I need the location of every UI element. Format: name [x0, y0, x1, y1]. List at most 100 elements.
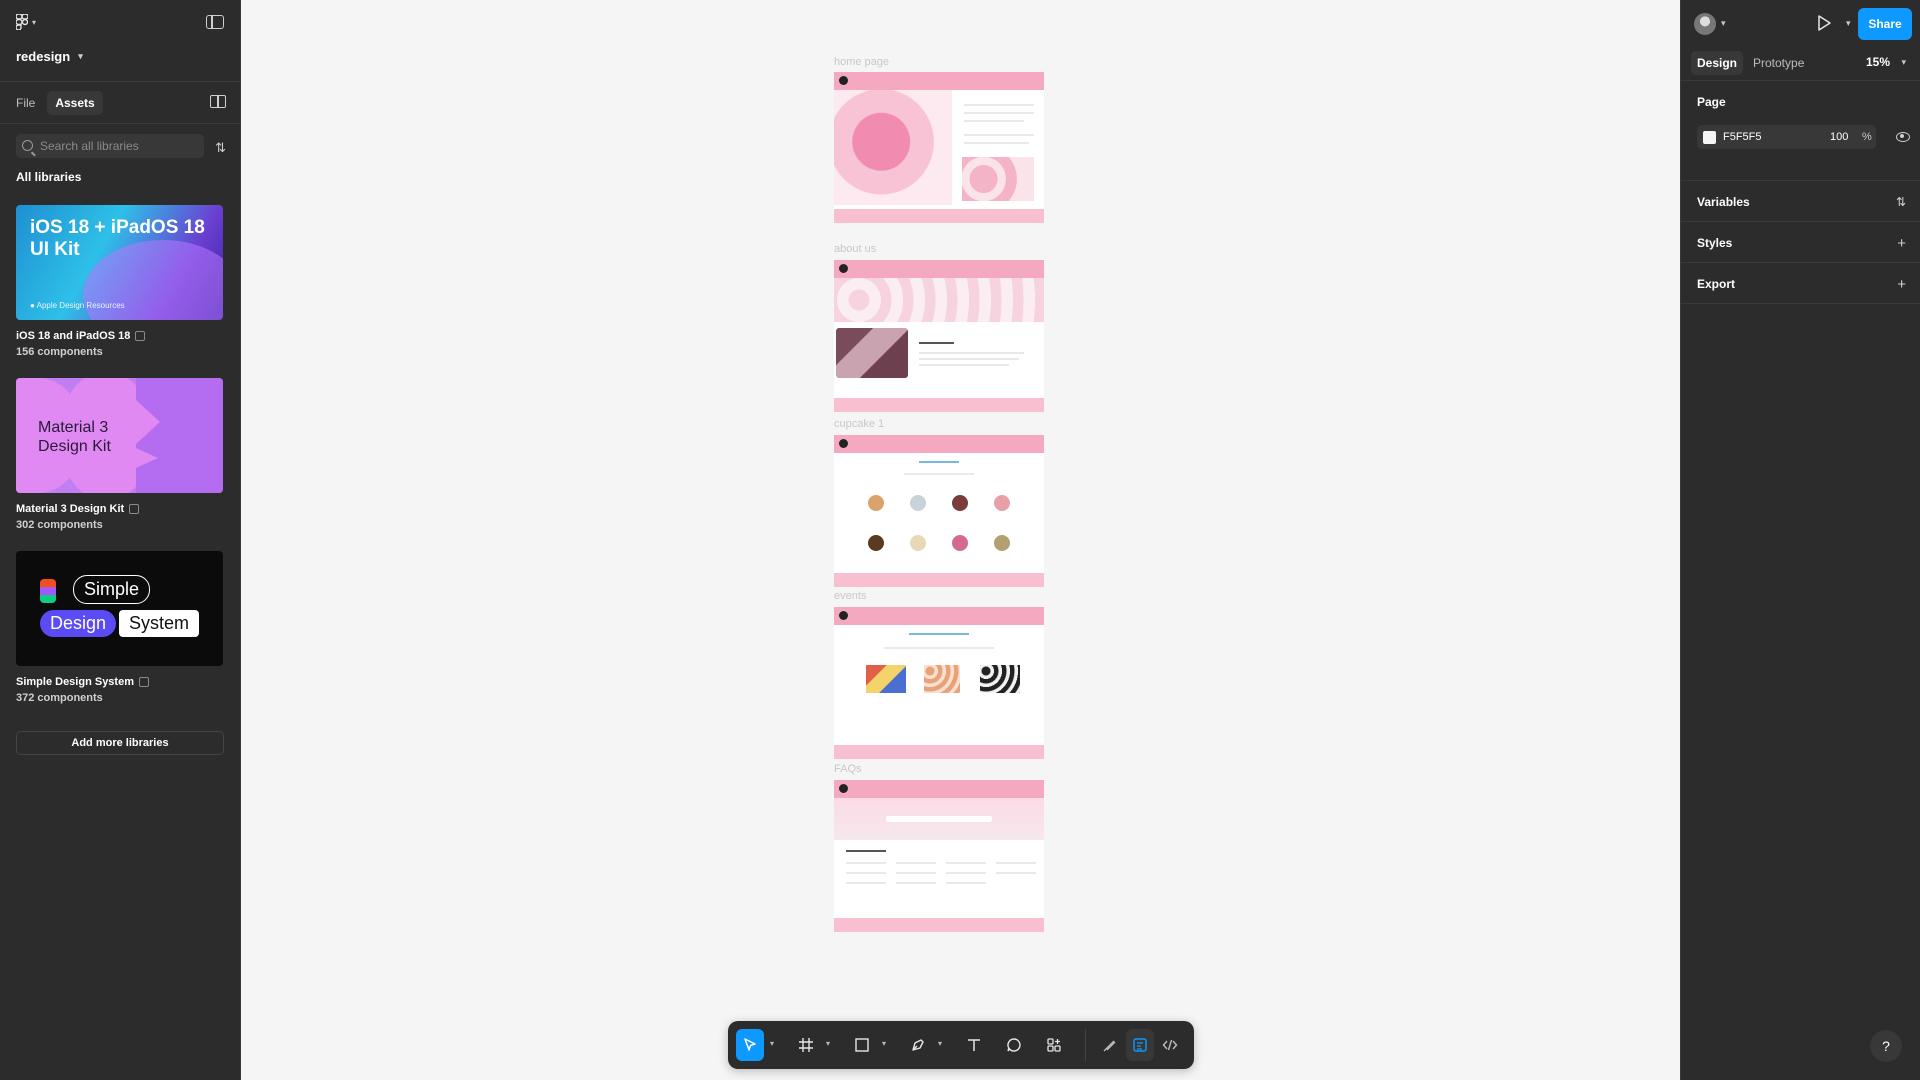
frame-home-page[interactable] [834, 72, 1044, 223]
left-tabs: File Assets [0, 82, 240, 124]
frame-footer [834, 398, 1044, 412]
hex-input[interactable]: F5F5F5 [1723, 131, 1762, 143]
pen-icon [912, 1039, 924, 1051]
hero-image [962, 157, 1034, 201]
pen-tool[interactable] [904, 1029, 932, 1061]
user-avatar[interactable] [1694, 13, 1716, 35]
move-tool[interactable] [736, 1029, 764, 1061]
search-input[interactable] [40, 139, 204, 153]
tab-design[interactable]: Design [1691, 51, 1744, 75]
filter-icon[interactable]: ⇅ [215, 140, 226, 156]
frame-footer [834, 573, 1044, 587]
chevron-down-icon[interactable]: ▾ [1721, 18, 1726, 29]
chevron-down-icon: ▾ [78, 51, 83, 61]
thumb-word: System [119, 610, 200, 637]
product-image [952, 535, 968, 551]
frame-label-faqs[interactable]: FAQs [834, 763, 862, 775]
sidebar-toggle-icon[interactable] [206, 15, 224, 29]
code-brackets-icon [1162, 1039, 1178, 1051]
text-line [946, 872, 986, 874]
thumb-decoration [136, 448, 158, 468]
design-mode[interactable] [1126, 1029, 1154, 1061]
frame-label-events[interactable]: events [834, 590, 866, 602]
toolbar-divider [1085, 1029, 1086, 1061]
chevron-down-icon[interactable]: ▾ [882, 1039, 886, 1048]
add-more-libraries-button[interactable]: Add more libraries [16, 731, 224, 755]
chevron-down-icon[interactable]: ▾ [826, 1039, 830, 1048]
rectangle-icon [855, 1038, 869, 1052]
text-line [846, 882, 886, 884]
tab-prototype[interactable]: Prototype [1747, 51, 1810, 75]
frame-header [834, 260, 1044, 278]
draw-mode[interactable] [1096, 1029, 1124, 1061]
product-image [868, 535, 884, 551]
plus-icon[interactable]: + [1897, 276, 1906, 293]
color-swatch[interactable] [1703, 131, 1716, 144]
search-box[interactable] [16, 134, 204, 158]
library-count: 156 components [16, 346, 103, 358]
frame-header [834, 607, 1044, 625]
event-image [980, 665, 1020, 693]
team-library-icon[interactable] [210, 95, 226, 108]
frame-about-us[interactable] [834, 260, 1044, 412]
thumb-word: Design [40, 610, 117, 637]
frame-header [834, 435, 1044, 453]
library-card-simple[interactable]: Simple Design System Simple Design Syste… [16, 551, 223, 704]
eye-icon[interactable] [1896, 132, 1910, 142]
frame-faqs[interactable] [834, 780, 1044, 932]
share-button[interactable]: Share [1858, 8, 1912, 40]
styles-section[interactable]: Styles + [1681, 222, 1920, 263]
frame-label-about[interactable]: about us [834, 243, 876, 255]
figma-logo-icon [16, 14, 28, 30]
text-line [919, 461, 959, 463]
bottom-toolbar: ▾ ▾ ▾ ▾ [728, 1021, 1194, 1069]
export-title: Export [1697, 277, 1736, 291]
variables-settings-icon[interactable]: ⇅ [1896, 195, 1906, 209]
dev-mode[interactable] [1156, 1029, 1184, 1061]
comment-tool[interactable] [1000, 1029, 1028, 1061]
chevron-down-icon[interactable]: ▾ [1846, 18, 1851, 29]
file-header: ▾ redesign ▾ [0, 0, 240, 82]
page-fill-row[interactable]: F5F5F5 100 % [1697, 125, 1876, 149]
frame-cupcake-1[interactable] [834, 435, 1044, 587]
percent-label: % [1862, 131, 1872, 143]
text-tool[interactable] [960, 1029, 988, 1061]
frame-label-cupcake[interactable]: cupcake 1 [834, 418, 884, 430]
tab-assets[interactable]: Assets [47, 90, 103, 115]
export-section[interactable]: Export + [1681, 263, 1920, 304]
hero-image [834, 90, 952, 205]
present-play-icon[interactable] [1816, 14, 1832, 32]
text-line [919, 342, 954, 344]
chevron-down-icon[interactable]: ▾ [938, 1039, 942, 1048]
right-panel: ▾ ▾ Share Design Prototype 15% ▾ Page F5… [1680, 0, 1920, 1080]
help-button[interactable]: ? [1870, 1030, 1902, 1062]
apple-logo-icon: ● [30, 301, 37, 310]
frame-label-home[interactable]: home page [834, 56, 889, 68]
plus-icon[interactable]: + [1897, 235, 1906, 252]
text-line [896, 872, 936, 874]
figma-logo-icon [40, 579, 56, 603]
main-menu-button[interactable]: ▾ [16, 14, 36, 30]
text-line [904, 473, 974, 475]
frame-tool[interactable] [792, 1029, 820, 1061]
faq-search-bar [886, 816, 992, 822]
shape-tool[interactable] [848, 1029, 876, 1061]
chevron-down-icon[interactable]: ▾ [1901, 57, 1906, 68]
library-card-material[interactable]: Material 3 Design Kit Material 3 Design … [16, 378, 223, 531]
canvas[interactable]: home page about us cupcake 1 events FAQs [242, 0, 1680, 1080]
thumb-title: iOS 18 + iPadOS 18 UI Kit [30, 217, 205, 260]
file-name: redesign [16, 49, 71, 64]
text-line [896, 862, 936, 864]
opacity-input[interactable]: 100 [1830, 131, 1848, 143]
file-name-button[interactable]: redesign ▾ [16, 49, 83, 64]
tab-file[interactable]: File [8, 91, 43, 115]
library-link-icon [135, 331, 146, 341]
library-card-ios[interactable]: iOS 18 + iPadOS 18 UI Kit ● Apple Design… [16, 205, 223, 358]
frame-events[interactable] [834, 607, 1044, 759]
zoom-level[interactable]: 15% [1866, 55, 1890, 69]
text-line [919, 358, 1019, 360]
variables-section[interactable]: Variables ⇅ [1681, 181, 1920, 222]
actions-tool[interactable] [1040, 1029, 1068, 1061]
chevron-down-icon[interactable]: ▾ [770, 1039, 774, 1048]
library-link-icon [129, 504, 140, 514]
